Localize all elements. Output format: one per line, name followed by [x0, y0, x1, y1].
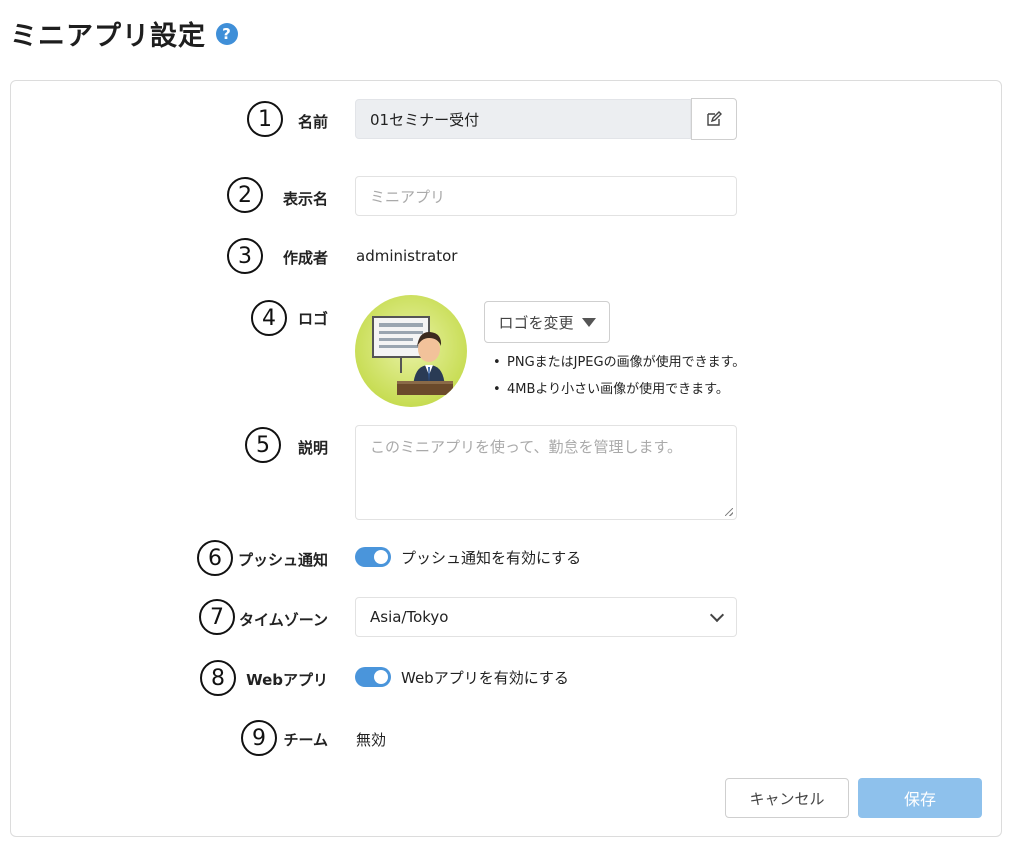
presenter-logo	[372, 316, 453, 395]
change-logo-label: ロゴを変更	[498, 313, 574, 332]
marker-7: 7	[199, 599, 235, 635]
marker-1: 1	[247, 101, 283, 137]
timezone-value: Asia/Tokyo	[370, 608, 449, 626]
team-label: チーム	[283, 731, 328, 749]
edit-name-button[interactable]	[691, 98, 737, 140]
push-toggle[interactable]	[355, 547, 391, 567]
marker-3: 3	[227, 238, 263, 274]
marker-9: 9	[241, 720, 277, 756]
creator-label: 作成者	[282, 249, 328, 267]
marker-6: 6	[197, 540, 233, 576]
description-textarea[interactable]: このミニアプリを使って、勤怠を管理します。	[355, 425, 737, 520]
marker-2: 2	[227, 177, 263, 213]
resize-handle-icon[interactable]	[725, 508, 733, 516]
push-toggle-label: プッシュ通知を有効にする	[401, 549, 582, 567]
marker-8: 8	[200, 660, 236, 696]
chevron-down-icon	[709, 607, 725, 623]
logo-image	[355, 295, 467, 407]
caret-down-icon	[581, 317, 596, 327]
display-name-label: 表示名	[282, 190, 328, 208]
name-label: 名前	[297, 113, 328, 131]
logo-note: 4MBより小さい画像が使用できます。	[507, 376, 745, 403]
logo-notes: PNGまたはJPEGの画像が使用できます。 4MBより小さい画像が使用できます。	[507, 349, 745, 403]
logo-note: PNGまたはJPEGの画像が使用できます。	[507, 349, 745, 376]
description-label: 説明	[297, 439, 328, 457]
logo-label: ロゴ	[297, 310, 328, 328]
marker-4: 4	[251, 300, 287, 336]
marker-5: 5	[245, 427, 281, 463]
webapp-label: Webアプリ	[246, 671, 328, 689]
display-name-placeholder: ミニアプリ	[370, 187, 446, 206]
name-value: 01セミナー受付	[370, 110, 480, 129]
page-title: ミニアプリ設定 ?	[10, 14, 238, 53]
cancel-button[interactable]: キャンセル	[725, 778, 849, 818]
name-field: 01セミナー受付	[355, 99, 691, 139]
description-placeholder: このミニアプリを使って、勤怠を管理します。	[370, 438, 683, 456]
edit-icon	[707, 111, 722, 126]
display-name-input[interactable]: ミニアプリ	[355, 176, 737, 216]
save-button[interactable]: 保存	[858, 778, 982, 818]
change-logo-button[interactable]: ロゴを変更	[484, 301, 610, 343]
timezone-label: タイムゾーン	[239, 611, 328, 629]
team-value: 無効	[356, 731, 387, 749]
settings-panel: 1 名前 01セミナー受付 2 表示名 ミニアプリ 3 作成者 administ…	[10, 80, 1002, 837]
creator-value: administrator	[356, 247, 458, 265]
push-label: プッシュ通知	[237, 551, 328, 569]
webapp-toggle-label: Webアプリを有効にする	[401, 669, 569, 687]
page-title-text: ミニアプリ設定	[10, 21, 206, 52]
timezone-select[interactable]: Asia/Tokyo	[355, 597, 737, 637]
webapp-toggle[interactable]	[355, 667, 391, 687]
help-icon[interactable]: ?	[216, 22, 238, 45]
